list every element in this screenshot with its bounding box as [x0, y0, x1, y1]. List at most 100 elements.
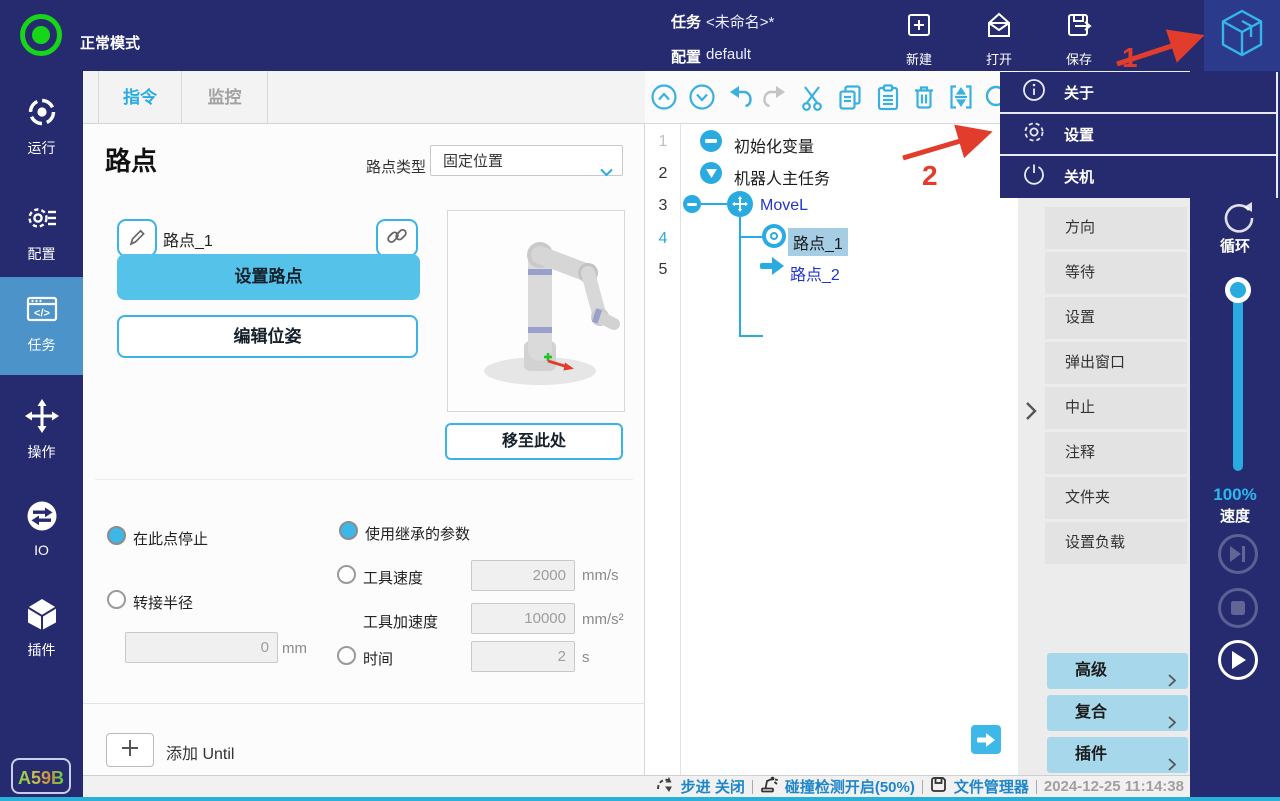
cmd-set-payload[interactable]: 设置负载	[1045, 522, 1187, 564]
new-file-icon	[903, 14, 935, 45]
sidebar-item-run[interactable]: 运行	[0, 95, 83, 158]
waypoint-node-icon[interactable]	[762, 224, 786, 248]
cmd-folder[interactable]: 文件夹	[1045, 477, 1187, 519]
tree-node-movel[interactable]: MoveL	[760, 197, 808, 215]
sidebar-item-operate[interactable]: 操作	[0, 399, 83, 462]
new-task-label: 新建	[905, 52, 932, 67]
paste-icon[interactable]	[874, 83, 902, 111]
speed-slider-track[interactable]	[1233, 291, 1243, 471]
speed-value: 100%	[1213, 485, 1257, 504]
tool-speed-input[interactable]: 2000	[471, 560, 575, 591]
status-separator	[1035, 779, 1037, 794]
cube-icon	[25, 599, 59, 635]
waypoint2-arrow-icon[interactable]	[760, 257, 784, 280]
collapse-panel-chevron[interactable]	[1024, 401, 1038, 426]
speed-slider-knob[interactable]	[1225, 277, 1251, 303]
system-clock: 2024-12-25 11:14:38	[1043, 778, 1184, 795]
sidebar-item-io[interactable]: IO	[0, 499, 83, 558]
status-bar: 步进 关闭 碰撞检测开启(50%) 文件管理器 2024-12-25 11:14…	[83, 775, 1190, 797]
collision-detect-icon	[760, 775, 778, 798]
sidebar-item-label: 操作	[27, 444, 56, 460]
tool-speed-radio[interactable]	[337, 565, 356, 584]
sidebar-item-config[interactable]: 配置	[0, 201, 83, 264]
group-composite[interactable]: 复合	[1047, 695, 1188, 731]
open-task-button[interactable]: 打开	[967, 9, 1031, 68]
cmd-direction[interactable]: 方向	[1045, 207, 1187, 249]
menu-item-label: 关机	[1064, 168, 1095, 186]
tab-monitor[interactable]: 监控	[182, 71, 268, 124]
cmd-set[interactable]: 设置	[1045, 297, 1187, 339]
inherit-params-radio[interactable]	[339, 521, 358, 540]
redo-icon[interactable]	[761, 83, 789, 111]
blend-radius-input[interactable]: 0	[125, 632, 278, 663]
step-next-button[interactable]	[1218, 534, 1258, 574]
group-advanced[interactable]: 高级	[1047, 653, 1188, 689]
cmd-wait[interactable]: 等待	[1045, 252, 1187, 294]
save-task-button[interactable]: 保存	[1047, 9, 1111, 68]
collapse-icon[interactable]	[947, 83, 975, 111]
movel-node-icon[interactable]	[727, 191, 753, 217]
step-mode-status[interactable]: 步进 关闭	[681, 776, 745, 797]
link-waypoint-button[interactable]	[376, 219, 418, 257]
tree-node-waypoint2[interactable]: 路点_2	[790, 261, 840, 285]
play-button[interactable]	[1218, 640, 1258, 680]
delete-icon[interactable]	[910, 83, 938, 111]
init-vars-node-icon[interactable]	[700, 130, 722, 152]
tree-node-main-task[interactable]: 机器人主任务	[734, 165, 830, 189]
blend-radius-radio[interactable]	[107, 590, 126, 609]
add-until-button[interactable]	[106, 733, 154, 767]
move-up-icon[interactable]	[650, 83, 678, 111]
copy-icon[interactable]	[836, 83, 864, 111]
edit-pose-button[interactable]: 编辑位姿	[117, 315, 418, 358]
collapse-node-icon[interactable]	[683, 195, 701, 213]
tool-accel-input[interactable]: 10000	[471, 603, 575, 634]
menu-item-shutdown[interactable]: 关机	[1000, 156, 1276, 196]
waypoint-type-label: 路点类型	[366, 159, 427, 176]
power-icon	[1022, 162, 1046, 191]
loop-label: 循环	[1219, 238, 1250, 255]
file-manager-link[interactable]: 文件管理器	[954, 776, 1029, 797]
move-down-icon[interactable]	[688, 83, 716, 111]
cut-icon[interactable]	[798, 83, 826, 111]
stop-at-point-radio[interactable]	[107, 526, 126, 545]
inherit-params-label: 使用继承的参数	[365, 526, 471, 543]
menu-item-label: 关于	[1064, 84, 1095, 102]
group-plugin[interactable]: 插件	[1047, 737, 1188, 773]
undo-icon[interactable]	[726, 83, 754, 111]
cmd-popup[interactable]: 弹出窗口	[1045, 342, 1187, 384]
cmd-abort[interactable]: 中止	[1045, 387, 1187, 429]
sidebar-item-plugin[interactable]: 插件	[0, 597, 83, 660]
loop-icon[interactable]	[1219, 199, 1257, 238]
main-task-node-icon[interactable]	[700, 162, 722, 184]
menu-item-about[interactable]: 关于	[1000, 72, 1276, 112]
collision-detect-status[interactable]: 碰撞检测开启(50%)	[785, 776, 915, 797]
tree-toolbar	[645, 71, 1018, 124]
tree-node-init-vars[interactable]: 初始化变量	[734, 133, 814, 157]
time-input[interactable]: 2	[471, 641, 575, 672]
set-waypoint-button[interactable]: 设置路点	[117, 254, 420, 300]
mode-label: 正常模式	[80, 35, 141, 52]
sidebar-item-task[interactable]: </> 任务	[0, 292, 83, 355]
tree-line-number: 3	[658, 197, 668, 214]
menu-item-settings[interactable]: 设置	[1000, 114, 1276, 154]
rename-waypoint-button[interactable]	[117, 219, 157, 257]
cmd-comment[interactable]: 注释	[1045, 432, 1187, 474]
tree-node-waypoint1-selected[interactable]: 路点_1	[788, 228, 848, 256]
next-page-button[interactable]	[971, 725, 1001, 754]
info-icon	[1022, 78, 1046, 107]
task-label: 任务	[671, 14, 702, 31]
gear-icon	[1022, 120, 1046, 149]
blend-radius-label: 转接半径	[133, 595, 194, 612]
device-badge[interactable]: A59B	[11, 758, 71, 794]
tree-connector	[739, 217, 741, 337]
sidebar-item-label: 配置	[27, 246, 56, 262]
time-radio[interactable]	[337, 646, 356, 665]
waypoint-type-select[interactable]: 固定位置	[430, 145, 623, 177]
stop-button[interactable]	[1218, 588, 1258, 628]
section-divider	[95, 479, 633, 480]
tab-command[interactable]: 指令	[98, 71, 182, 124]
main-menu-button[interactable]	[1204, 0, 1280, 71]
top-bar: 正常模式 任务 <未命名>* 配置 default 新建 打开 保存	[0, 0, 1280, 71]
new-task-button[interactable]: 新建	[887, 9, 951, 68]
move-here-button[interactable]: 移至此处	[445, 423, 623, 460]
